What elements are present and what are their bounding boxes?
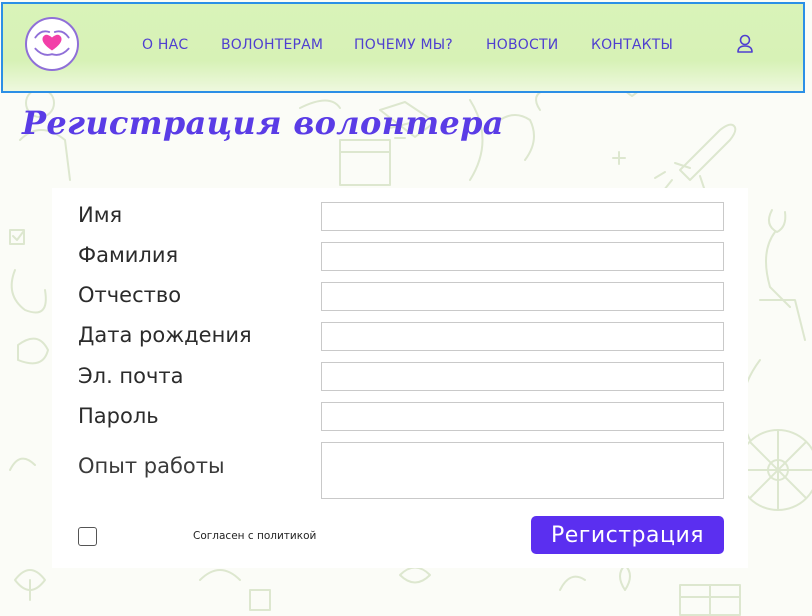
password-label: Пароль <box>78 404 159 428</box>
nav-link-contacts[interactable]: КОНТАКТЫ <box>591 37 673 53</box>
page-title: Регистрация волонтера <box>22 104 504 142</box>
nav-link-volunteers[interactable]: ВОЛОНТЕРАМ <box>221 37 323 53</box>
user-icon[interactable] <box>736 34 754 54</box>
site-header: О НАС ВОЛОНТЕРАМ ПОЧЕМУ МЫ? НОВОСТИ КОНТ… <box>1 2 805 93</box>
hands-heart-logo[interactable] <box>25 17 79 71</box>
birth-date-field[interactable] <box>321 322 724 351</box>
birth-date-label: Дата рождения <box>78 323 252 347</box>
first-name-label: Имя <box>78 203 123 227</box>
agree-label: Согласен с политикой <box>193 530 317 542</box>
nav-link-news[interactable]: НОВОСТИ <box>486 37 558 53</box>
last-name-field[interactable] <box>321 242 724 271</box>
register-button[interactable]: Регистрация <box>531 516 724 554</box>
patronymic-field[interactable] <box>321 282 724 311</box>
email-field[interactable] <box>321 362 724 391</box>
nav-link-why-us[interactable]: ПОЧЕМУ МЫ? <box>354 37 453 53</box>
agree-checkbox[interactable] <box>78 527 97 546</box>
experience-label: Опыт работы <box>78 454 225 478</box>
nav-link-about[interactable]: О НАС <box>142 37 188 53</box>
email-label: Эл. почта <box>78 364 184 388</box>
last-name-label: Фамилия <box>78 243 179 267</box>
experience-field[interactable] <box>321 442 724 499</box>
patronymic-label: Отчество <box>78 283 182 307</box>
password-field[interactable] <box>321 402 724 431</box>
first-name-field[interactable] <box>321 202 724 231</box>
